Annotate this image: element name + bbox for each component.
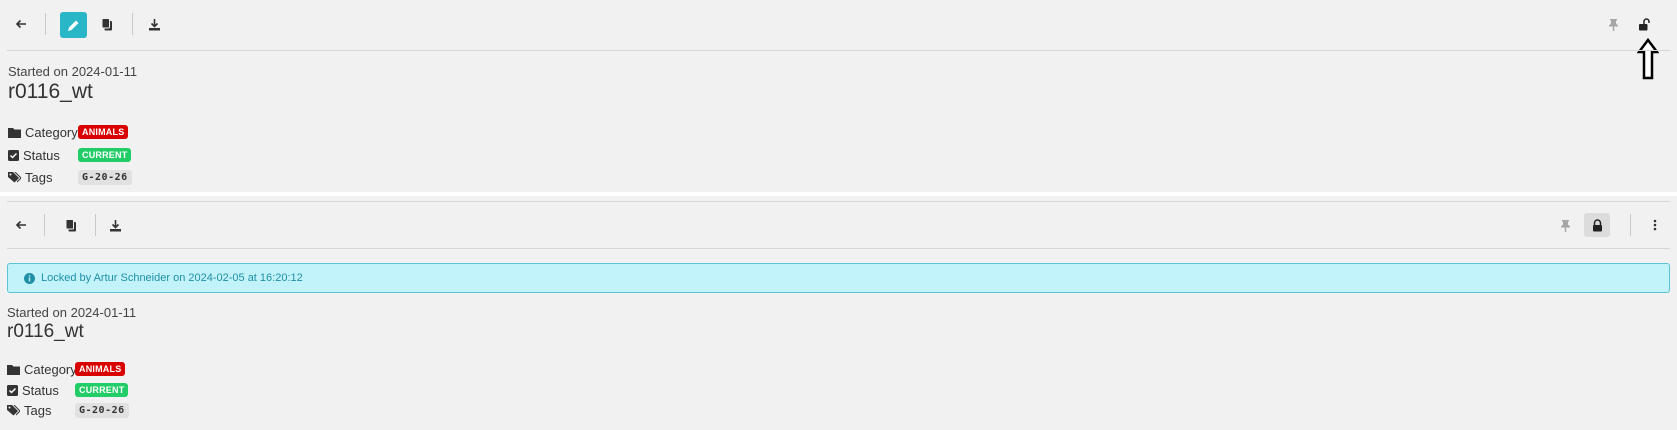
lock-icon <box>1592 218 1602 231</box>
toolbar-divider <box>95 214 96 236</box>
copy-icon <box>101 17 112 30</box>
tag-chip[interactable]: G-20-26 <box>75 403 129 418</box>
category-row: Category <box>8 125 78 140</box>
back-button[interactable] <box>10 13 32 35</box>
tags-label: Tags <box>24 403 52 418</box>
status-row: Status <box>7 383 59 398</box>
status-badge: CURRENT <box>78 148 132 162</box>
duplicate-button[interactable] <box>60 214 82 236</box>
toolbar-bottom-border <box>7 50 1670 51</box>
locked-alert: Locked by Artur Schneider on 2024-02-05 … <box>7 263 1670 293</box>
status-label: Status <box>22 383 59 398</box>
pin-icon <box>1608 18 1618 31</box>
category-badge: ANIMALS <box>78 125 129 139</box>
pencil-icon <box>68 20 79 31</box>
category-label: Category <box>25 125 78 140</box>
panel-separator <box>0 192 1677 196</box>
pin-icon <box>1560 219 1570 232</box>
download-icon <box>148 18 160 30</box>
more-vertical-icon <box>1653 219 1657 231</box>
unlock-button[interactable] <box>1634 14 1654 34</box>
copy-icon <box>65 218 76 231</box>
download-icon <box>109 219 121 231</box>
arrow-up-annotation-icon <box>1637 38 1659 80</box>
page-title: r0116_wt <box>8 80 93 103</box>
pin-button[interactable] <box>1603 14 1623 34</box>
folder-icon <box>8 128 21 138</box>
info-icon <box>24 272 35 284</box>
status-label: Status <box>23 148 60 163</box>
download-button[interactable] <box>143 13 165 35</box>
checkbox-icon <box>7 385 18 396</box>
status-row: Status <box>8 148 60 163</box>
started-date: Started on 2024-01-11 <box>8 64 138 79</box>
toolbar-divider <box>45 13 46 35</box>
unlock-icon <box>1639 17 1650 30</box>
back-button[interactable] <box>10 214 32 236</box>
started-date: Started on 2024-01-11 <box>7 305 137 320</box>
download-button[interactable] <box>104 214 126 236</box>
category-badge: ANIMALS <box>75 362 126 376</box>
tags-row: Tags <box>8 170 52 185</box>
lock-button[interactable] <box>1584 213 1610 237</box>
arrow-left-icon <box>15 220 26 230</box>
category-label: Category <box>24 362 77 377</box>
checkbox-icon <box>8 150 19 161</box>
toolbar-divider <box>44 214 45 236</box>
category-row: Category <box>7 362 77 377</box>
tags-label: Tags <box>25 170 53 185</box>
toolbar-divider <box>1630 214 1631 236</box>
locked-alert-text: Locked by Artur Schneider on 2024-02-05 … <box>41 272 303 284</box>
pin-button[interactable] <box>1555 215 1575 235</box>
tags-icon <box>8 172 21 183</box>
edit-button[interactable] <box>60 12 87 38</box>
toolbar-bottom-border <box>7 248 1670 249</box>
folder-icon <box>7 365 20 375</box>
page-title: r0116_wt <box>7 321 84 342</box>
tag-chip[interactable]: G-20-26 <box>78 170 132 185</box>
status-badge: CURRENT <box>75 383 129 397</box>
toolbar-divider <box>132 13 133 35</box>
tags-row: Tags <box>7 403 51 418</box>
tags-icon <box>7 405 20 416</box>
more-options-button[interactable] <box>1646 214 1664 236</box>
toolbar-top-border <box>7 201 1670 202</box>
arrow-left-icon <box>15 19 26 29</box>
duplicate-button[interactable] <box>96 13 118 35</box>
